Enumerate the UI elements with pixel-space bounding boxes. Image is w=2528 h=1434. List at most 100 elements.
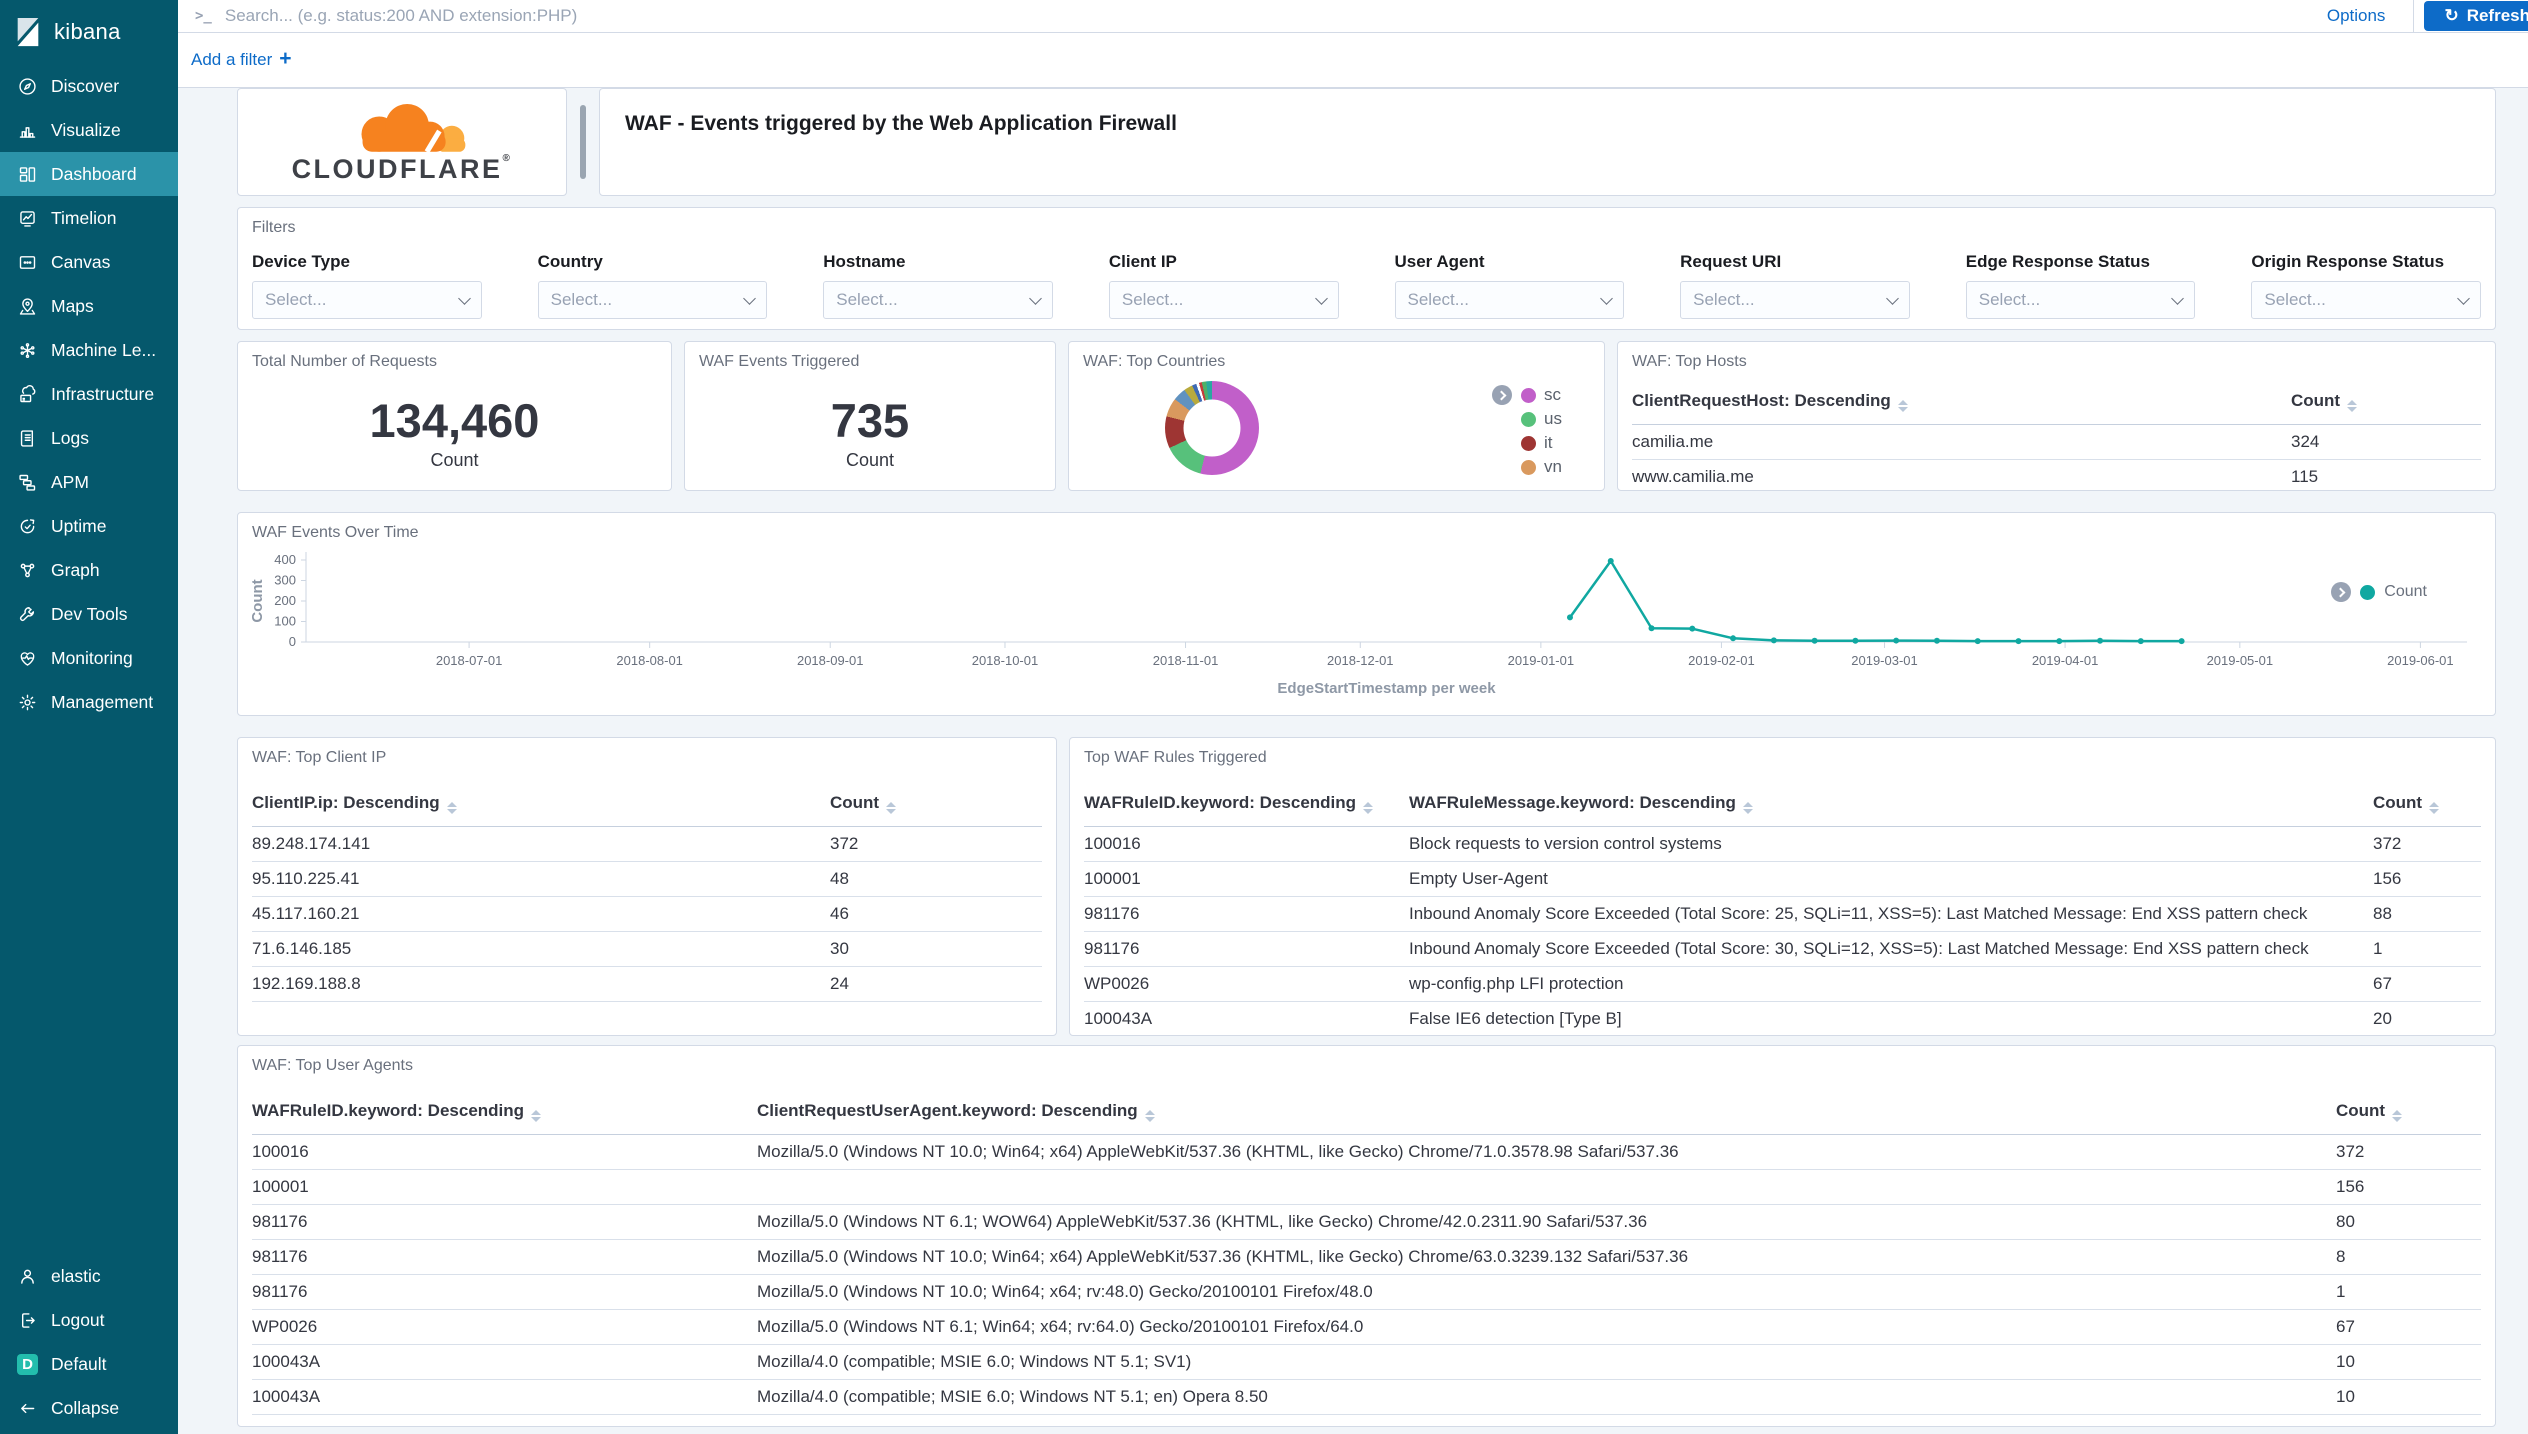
kibana-logo[interactable]: kibana [0, 0, 178, 64]
sidebar-item-infrastructure[interactable]: Infrastructure [0, 372, 178, 416]
chevron-down-icon [1886, 292, 1899, 305]
column-header[interactable]: WAFRuleMessage.keyword: Descending [1409, 793, 2373, 827]
sidebar-item-maps[interactable]: Maps [0, 284, 178, 328]
legend-item-us[interactable]: us [1521, 409, 1562, 429]
table-row: 89.248.174.141372 [252, 827, 1042, 862]
table-cell: Mozilla/4.0 (compatible; MSIE 6.0; Windo… [757, 1345, 2336, 1380]
sidebar-item-label: Dev Tools [51, 604, 128, 625]
select-placeholder: Select... [1693, 290, 1754, 310]
filter-label: Device Type [252, 252, 482, 272]
filter-label: User Agent [1395, 252, 1625, 272]
table-cell: 48 [830, 862, 1042, 897]
options-button[interactable]: Options [2299, 6, 2414, 26]
filter-select-client-ip[interactable]: Select... [1109, 281, 1339, 319]
sidebar-item-management[interactable]: Management [0, 680, 178, 724]
sidebar-item-label: Collapse [51, 1398, 119, 1419]
metric-label: Count [685, 450, 1055, 471]
dashboard-icon [17, 164, 38, 185]
chevron-down-icon [2457, 292, 2470, 305]
sort-icon [531, 1110, 541, 1122]
sidebar-item-discover[interactable]: Discover [0, 64, 178, 108]
refresh-button[interactable]: Refresh [2424, 1, 2528, 31]
filter-field-country: CountrySelect... [538, 252, 768, 319]
select-placeholder: Select... [1979, 290, 2040, 310]
search-input[interactable] [212, 6, 2299, 26]
visualize-icon [17, 120, 38, 141]
sidebar-item-canvas[interactable]: Canvas [0, 240, 178, 284]
sidebar-item-dashboard[interactable]: Dashboard [0, 152, 178, 196]
filter-select-hostname[interactable]: Select... [823, 281, 1053, 319]
column-header[interactable]: ClientIP.ip: Descending [252, 793, 830, 827]
table-cell: 192.169.188.8 [252, 967, 830, 1002]
logout-icon [17, 1310, 38, 1331]
maps-icon [17, 296, 38, 317]
top-waf-rules-panel: Top WAF Rules Triggered WAFRuleID.keywor… [1069, 737, 2496, 1036]
top-countries-donut[interactable] [1165, 381, 1259, 475]
sidebar-item-logs[interactable]: Logs [0, 416, 178, 460]
column-header[interactable]: Count [2336, 1101, 2481, 1135]
topbar: Options Refresh [178, 0, 2528, 33]
chevron-down-icon [1029, 292, 1042, 305]
sidebar-item-visualize[interactable]: Visualize [0, 108, 178, 152]
legend-expand-icon[interactable] [2331, 582, 2351, 602]
sidebar-item-elastic[interactable]: elastic [0, 1254, 178, 1298]
table-row: 100001156 [252, 1170, 2481, 1205]
sidebar-item-label: Timelion [51, 208, 116, 229]
svg-text:2018-10-01: 2018-10-01 [972, 653, 1039, 668]
svg-text:300: 300 [274, 573, 296, 588]
column-header[interactable]: ClientRequestUserAgent.keyword: Descendi… [757, 1101, 2336, 1135]
sidebar-item-dev-tools[interactable]: Dev Tools [0, 592, 178, 636]
legend-item-vn[interactable]: vn [1521, 457, 1562, 477]
infrastructure-icon [17, 384, 38, 405]
sidebar-item-graph[interactable]: Graph [0, 548, 178, 592]
column-header[interactable]: Count [2373, 793, 2481, 827]
filter-select-origin-response-status[interactable]: Select... [2251, 281, 2481, 319]
column-header[interactable]: WAFRuleID.keyword: Descending [252, 1101, 757, 1135]
sidebar-item-timelion[interactable]: Timelion [0, 196, 178, 240]
table-cell: 372 [2373, 827, 2481, 862]
sidebar-item-apm[interactable]: APM [0, 460, 178, 504]
filter-select-device-type[interactable]: Select... [252, 281, 482, 319]
sidebar-item-collapse[interactable]: Collapse [0, 1386, 178, 1430]
filter-label: Request URI [1680, 252, 1910, 272]
filter-select-edge-response-status[interactable]: Select... [1966, 281, 2196, 319]
filter-select-user-agent[interactable]: Select... [1395, 281, 1625, 319]
user-icon [17, 1266, 38, 1287]
table-cell: 100001 [1084, 862, 1409, 897]
legend-label[interactable]: Count [2384, 583, 2427, 601]
sidebar-item-label: Logs [51, 428, 89, 449]
sort-icon [1743, 802, 1753, 814]
table-cell: WP0026 [252, 1310, 757, 1345]
top-user-agents-table: WAFRuleID.keyword: DescendingClientReque… [252, 1101, 2481, 1415]
sort-icon [1363, 802, 1373, 814]
sort-icon [2429, 802, 2439, 814]
column-header[interactable]: Count [830, 793, 1042, 827]
svg-text:2019-03-01: 2019-03-01 [1851, 653, 1918, 668]
sidebar-item-uptime[interactable]: Uptime [0, 504, 178, 548]
legend-expand-icon[interactable] [1492, 385, 1512, 405]
panel-title: WAF: Top Client IP [238, 738, 1056, 767]
sidebar-item-logout[interactable]: Logout [0, 1298, 178, 1342]
table-cell: Inbound Anomaly Score Exceeded (Total Sc… [1409, 932, 2373, 967]
table-cell: 24 [830, 967, 1042, 1002]
legend-item-it[interactable]: it [1521, 433, 1562, 453]
cloudflare-wordmark: CLOUDFLARE® [292, 156, 513, 183]
add-filter-button[interactable]: Add a filter [191, 50, 292, 70]
svg-text:2018-11-01: 2018-11-01 [1153, 653, 1219, 668]
filter-select-country[interactable]: Select... [538, 281, 768, 319]
column-header[interactable]: Count [2291, 391, 2481, 425]
legend-dot[interactable] [2360, 585, 2375, 600]
canvas-icon [17, 252, 38, 273]
management-icon [17, 692, 38, 713]
column-header[interactable]: ClientRequestHost: Descending [1632, 391, 2291, 425]
refresh-label: Refresh [2467, 6, 2528, 26]
svg-text:EdgeStartTimestamp per week: EdgeStartTimestamp per week [1277, 680, 1496, 697]
filter-select-request-uri[interactable]: Select... [1680, 281, 1910, 319]
sidebar-item-monitoring[interactable]: Monitoring [0, 636, 178, 680]
legend-item-sc[interactable]: sc [1521, 385, 1562, 405]
column-header[interactable]: WAFRuleID.keyword: Descending [1084, 793, 1409, 827]
sidebar-item-machine-le[interactable]: Machine Le... [0, 328, 178, 372]
sidebar-item-default[interactable]: DDefault [0, 1342, 178, 1386]
panel-resize-handle[interactable] [580, 105, 586, 179]
sidebar-item-label: Uptime [51, 516, 106, 537]
